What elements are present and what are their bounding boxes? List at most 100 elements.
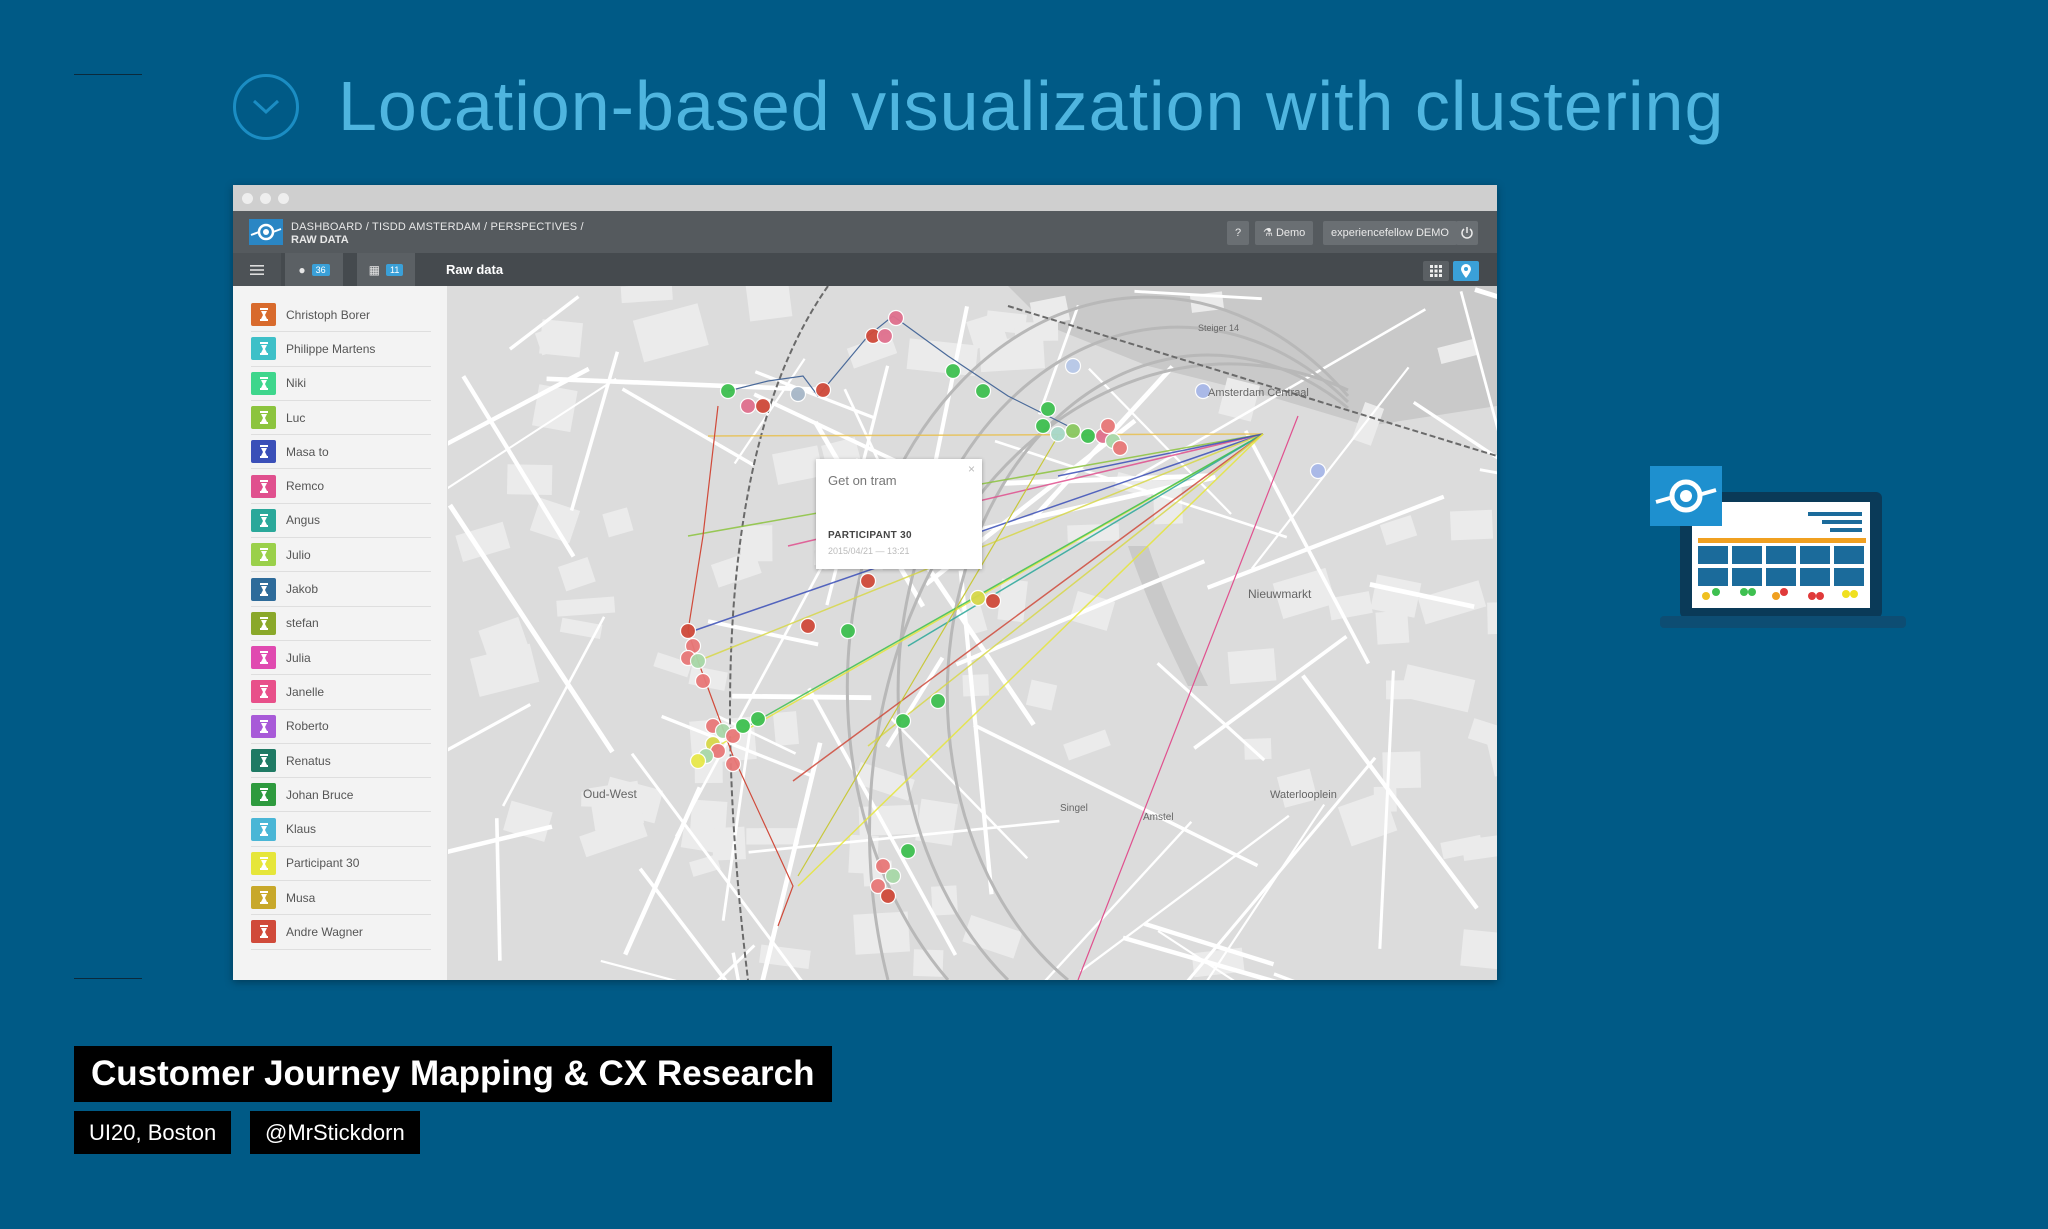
map-label-centraal: Amsterdam Centraal bbox=[1208, 387, 1309, 399]
participant-list-item[interactable]: Luc bbox=[251, 401, 431, 436]
city-block bbox=[1069, 591, 1116, 631]
touchpoint-marker bbox=[719, 382, 737, 400]
street bbox=[716, 944, 756, 980]
map-canvas[interactable]: Amsterdam Centraal Nieuwmarkt Waterlooplei… bbox=[448, 286, 1497, 980]
participant-avatar-icon bbox=[251, 508, 276, 532]
account-button[interactable]: experiencefellow DEMO bbox=[1323, 221, 1457, 245]
participant-avatar-icon bbox=[251, 783, 276, 807]
map-label-steiger: Steiger 14 bbox=[1198, 323, 1239, 333]
touchpoint-marker bbox=[689, 752, 707, 770]
touchpoint-marker bbox=[884, 867, 902, 885]
touchpoint-marker bbox=[876, 327, 894, 345]
breadcrumb-path[interactable]: DASHBOARD / TISDD AMSTERDAM / PERSPECTIV… bbox=[291, 221, 584, 234]
participant-name: Roberto bbox=[286, 719, 329, 734]
app-toolbar: ● 36 ▦ 11 Raw data bbox=[233, 253, 1497, 286]
participant-list-item[interactable]: Renatus bbox=[251, 744, 431, 779]
participant-list-item[interactable]: Angus bbox=[251, 504, 431, 539]
participant-list-item[interactable]: Roberto bbox=[251, 710, 431, 744]
participant-list-item[interactable]: Janelle bbox=[251, 675, 431, 710]
participant-name: Klaus bbox=[286, 822, 317, 837]
window-zoom-dot[interactable] bbox=[278, 193, 289, 204]
window-minimize-dot[interactable] bbox=[260, 193, 271, 204]
participant-list-item[interactable]: Klaus bbox=[251, 812, 431, 847]
city-block bbox=[1460, 929, 1497, 972]
touchpoint-marker bbox=[754, 397, 772, 415]
participant-list-item[interactable]: Niki bbox=[251, 367, 431, 401]
participant-list-item[interactable]: Participant 30 bbox=[251, 847, 431, 882]
map-label-amstel: Amstel bbox=[1143, 812, 1174, 823]
city-block bbox=[506, 464, 553, 496]
touchpoints-tab[interactable]: ▦ 11 bbox=[357, 253, 415, 286]
touchpoint-marker bbox=[1034, 417, 1052, 435]
touchpoint-marker bbox=[1079, 427, 1097, 445]
participant-list-item[interactable]: Andre Wagner bbox=[251, 915, 431, 950]
city-block bbox=[906, 338, 979, 377]
touchpoint-marker bbox=[1111, 439, 1129, 457]
participant-list-item[interactable]: Christoph Borer bbox=[251, 298, 431, 333]
participant-name: Philippe Martens bbox=[286, 341, 376, 356]
demo-user-button[interactable]: ⚗ Demo bbox=[1255, 221, 1314, 245]
touchpoint-marker bbox=[929, 692, 947, 710]
top-decorative-line bbox=[74, 74, 142, 75]
participant-name: Jakob bbox=[286, 582, 319, 597]
help-button[interactable]: ? bbox=[1227, 221, 1250, 245]
street bbox=[630, 752, 803, 980]
participant-list-item[interactable]: Julia bbox=[251, 641, 431, 676]
participant-avatar-icon bbox=[251, 920, 276, 944]
power-button[interactable] bbox=[1456, 221, 1478, 245]
participant-name: Angus bbox=[286, 513, 321, 528]
participant-list-item[interactable]: Musa bbox=[251, 881, 431, 916]
journey-map[interactable]: Amsterdam Centraal Nieuwmarkt Waterlooplei… bbox=[448, 286, 1497, 980]
map-view-button[interactable] bbox=[1453, 261, 1479, 281]
city-block bbox=[602, 507, 634, 538]
touchpoints-count-badge: 11 bbox=[386, 263, 404, 276]
city-block bbox=[962, 674, 990, 697]
touchpoint-marker bbox=[887, 309, 905, 327]
touchpoint-marker bbox=[974, 382, 992, 400]
touchpoint-popup[interactable]: × Get on tram PARTICIPANT 30 2015/04/21 … bbox=[816, 459, 982, 569]
participant-list-item[interactable]: Julio bbox=[251, 538, 431, 573]
street bbox=[600, 959, 677, 980]
city-block bbox=[1467, 718, 1497, 749]
toolbar-title: Raw data bbox=[446, 262, 504, 277]
touchpoint-marker bbox=[694, 672, 712, 690]
experiencefellow-logo[interactable] bbox=[249, 219, 283, 245]
breadcrumb: DASHBOARD / TISDD AMSTERDAM / PERSPECTIV… bbox=[291, 221, 584, 247]
participant-name: Julio bbox=[286, 547, 311, 562]
touchpoint-marker bbox=[679, 622, 697, 640]
talk-title-tag: Customer Journey Mapping & CX Research bbox=[74, 1046, 832, 1102]
participant-list-item[interactable]: Jakob bbox=[251, 572, 431, 607]
city-block bbox=[620, 286, 673, 304]
participant-name: Luc bbox=[286, 410, 306, 425]
popup-participant: PARTICIPANT 30 bbox=[828, 530, 912, 541]
grid-view-button[interactable] bbox=[1423, 261, 1449, 281]
bottom-decorative-line bbox=[74, 978, 142, 979]
touchpoint-marker bbox=[1064, 357, 1082, 375]
map-label-waterlooplein: Waterlooplein bbox=[1270, 789, 1337, 801]
window-close-dot[interactable] bbox=[242, 193, 253, 204]
window-chrome bbox=[233, 185, 1497, 211]
city-block bbox=[740, 525, 773, 562]
participant-avatar-icon bbox=[251, 817, 276, 841]
touchpoint-marker bbox=[839, 622, 857, 640]
participant-avatar-icon bbox=[251, 680, 276, 704]
participant-avatar-icon bbox=[251, 440, 276, 464]
touchpoint-marker bbox=[689, 652, 707, 670]
touchpoint-marker bbox=[944, 362, 962, 380]
street bbox=[1243, 430, 1371, 665]
participant-list-item[interactable]: stefan bbox=[251, 607, 431, 641]
popup-close-icon[interactable]: × bbox=[968, 462, 975, 476]
participant-avatar-icon bbox=[251, 337, 276, 361]
participant-name: Remco bbox=[286, 479, 325, 494]
participant-avatar-icon bbox=[251, 406, 276, 430]
participant-avatar-icon bbox=[251, 611, 276, 635]
menu-button[interactable] bbox=[233, 253, 281, 286]
participant-list-item[interactable]: Philippe Martens bbox=[251, 332, 431, 367]
participant-list-item[interactable]: Johan Bruce bbox=[251, 778, 431, 813]
participant-list-item[interactable]: Masa to bbox=[251, 435, 431, 470]
participant-list-item[interactable]: Remco bbox=[251, 469, 431, 504]
participants-tab[interactable]: ● 36 bbox=[285, 253, 343, 286]
participant-name: Andre Wagner bbox=[286, 924, 363, 939]
city-block bbox=[1244, 738, 1272, 760]
city-block bbox=[559, 617, 603, 640]
